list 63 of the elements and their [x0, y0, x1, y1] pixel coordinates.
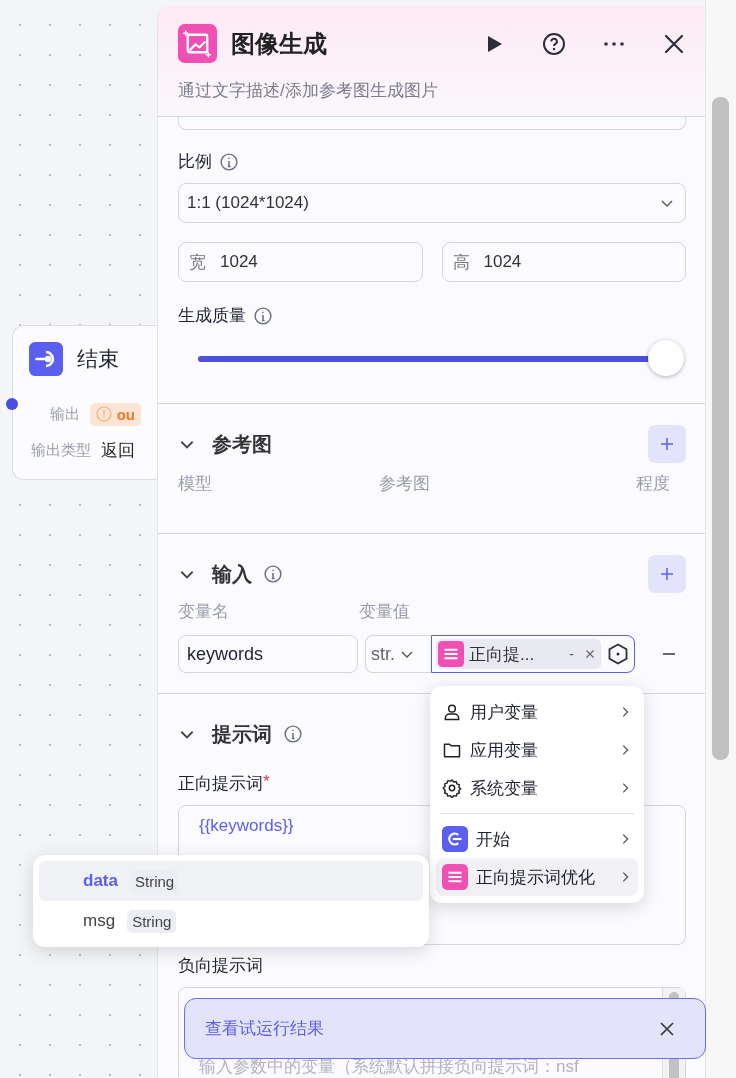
field-label: 负向提示词 [178, 955, 264, 977]
add-button[interactable] [648, 555, 686, 593]
user-icon [442, 702, 462, 722]
node-field-value: 返回 [101, 439, 135, 462]
info-icon[interactable] [264, 565, 282, 583]
column-header: 变量值 [359, 601, 410, 623]
column-header: 程度 [636, 473, 670, 495]
menu-item[interactable]: 系统变量 [436, 769, 638, 807]
input-port[interactable] [6, 398, 18, 410]
required-mark: * [263, 772, 270, 791]
plus-icon [659, 566, 675, 582]
warning-icon [95, 406, 112, 422]
output-variable-tag: ou [89, 402, 141, 426]
menu-item[interactable]: data String [39, 861, 423, 901]
minus-icon [663, 653, 675, 655]
variable-reference-tag: 正向提... - [436, 639, 601, 669]
end-node-card[interactable]: 结束 输出 ou 输出类型 返回 [12, 325, 157, 480]
slider-handle[interactable] [648, 340, 684, 376]
section-title: 参考图 [212, 431, 272, 457]
node-field-label: 输出类型 [31, 440, 91, 460]
start-node-icon [442, 826, 468, 852]
panel-title: 图像生成 [231, 28, 327, 59]
field-label: 正向提示词 [178, 773, 263, 795]
info-icon[interactable] [220, 152, 238, 171]
folder-icon [442, 740, 462, 760]
model-select-field[interactable] [178, 117, 686, 130]
end-node-icon [29, 342, 63, 376]
section-title: 输入 [212, 561, 252, 587]
menu-item[interactable]: 正向提示词优化 [436, 858, 638, 896]
settings-icon [442, 778, 462, 798]
close-icon[interactable] [659, 1020, 675, 1037]
type-select[interactable]: str. [365, 635, 431, 673]
hexagon-icon[interactable] [606, 642, 630, 666]
image-icon [178, 24, 217, 63]
size-input-field[interactable]: 高 1024 [441, 242, 686, 282]
node-icon [438, 641, 464, 667]
menu-item[interactable]: 开始 [436, 820, 638, 858]
section-title: 提示词 [212, 721, 272, 747]
node-title: 结束 [77, 346, 119, 372]
remove-icon[interactable] [585, 649, 595, 659]
column-header: 模型 [178, 473, 212, 495]
toast-message[interactable]: 查看试运行结果 [205, 1017, 324, 1040]
field-label: 比例 [178, 151, 212, 173]
node-icon [442, 864, 468, 890]
size-input-field[interactable]: 宽 1024 [178, 242, 423, 282]
menu-item[interactable]: 应用变量 [436, 731, 638, 769]
panel-description: 通过文字描述/添加参考图生成图片 [178, 80, 439, 102]
variable-name-field[interactable]: keywords [178, 635, 358, 673]
node-field-label: 输出 [48, 404, 80, 424]
type-tag: String [129, 869, 180, 893]
ratio-select[interactable]: 1:1 (1024*1024) [178, 183, 686, 223]
column-header: 参考图 [378, 473, 430, 495]
info-icon[interactable] [284, 725, 302, 743]
help-icon[interactable] [542, 31, 566, 56]
type-tag: String [127, 909, 177, 933]
menu-item[interactable]: msg String [39, 901, 423, 941]
variable-value-field[interactable]: 正向提... - [431, 635, 635, 673]
column-header: 变量名 [178, 601, 229, 623]
menu-item[interactable]: 用户变量 [436, 693, 638, 731]
field-label: 生成质量 [178, 305, 246, 327]
info-icon[interactable] [254, 306, 272, 325]
add-button[interactable] [648, 425, 686, 463]
plus-icon [659, 436, 675, 452]
